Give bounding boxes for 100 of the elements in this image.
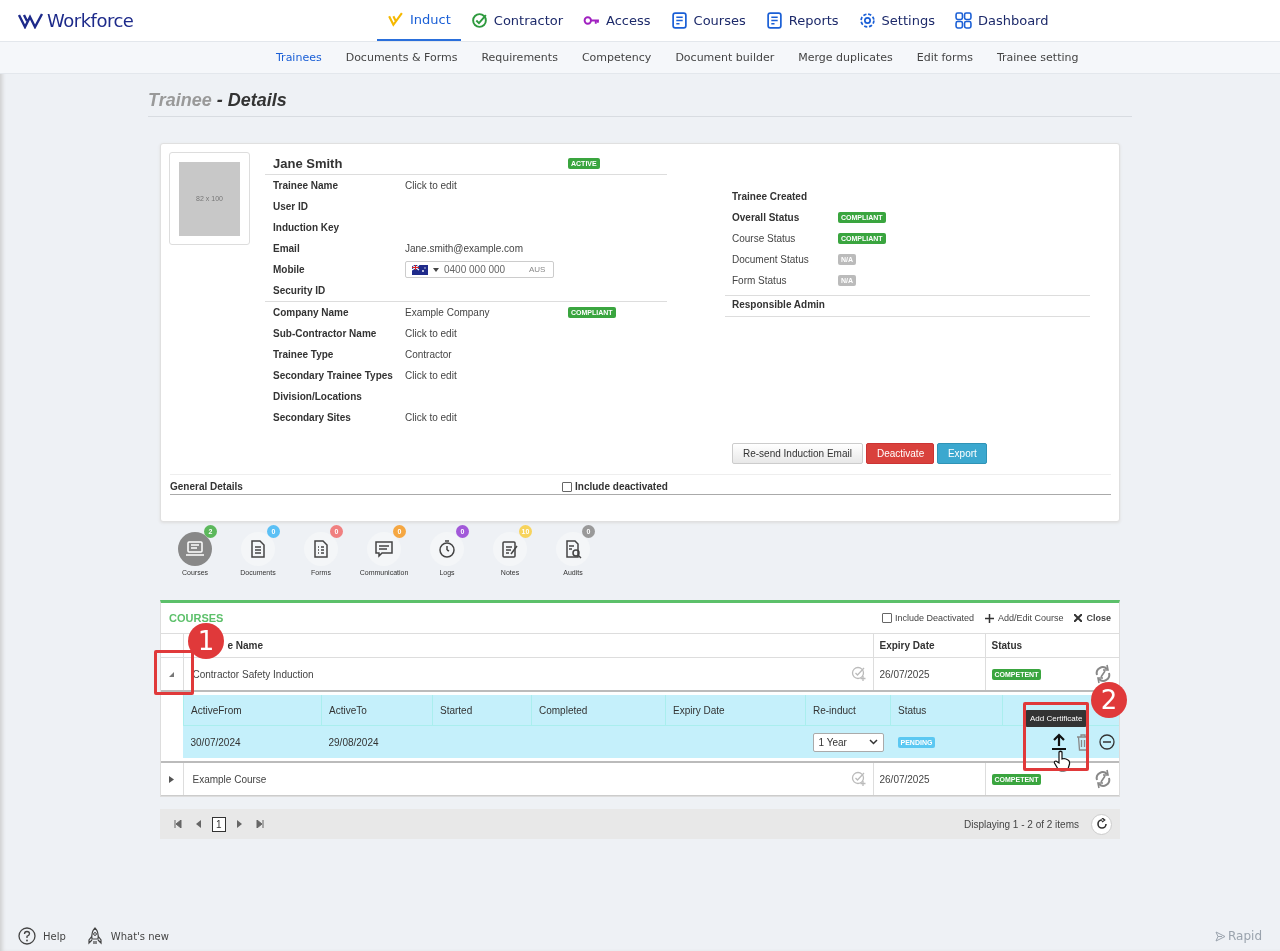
action-button[interactable]: Deactivate (865, 443, 934, 464)
subnav-link[interactable]: Trainees (264, 51, 334, 64)
field-label: Division/Locations (273, 391, 363, 402)
upload-icon[interactable] (1051, 733, 1067, 751)
tab-button[interactable] (556, 532, 590, 566)
first-page-icon[interactable] (174, 820, 182, 828)
nav-tab[interactable]: Dashboard (944, 0, 1059, 41)
callout-marker: 2 (1091, 682, 1127, 718)
field-value[interactable]: Click to edit (405, 328, 568, 339)
expiry-date: 26/07/2025 (873, 657, 985, 691)
logo[interactable]: Workforce (0, 10, 134, 31)
nav-tab[interactable]: Contractor (460, 0, 574, 41)
column-header: Re-induct (805, 695, 891, 726)
status-label: Course Status (732, 233, 797, 244)
subnav-link[interactable]: Edit forms (904, 51, 985, 64)
action-button[interactable]: Re-send Induction Email (732, 443, 863, 464)
field-label: Security ID (273, 285, 327, 296)
column-header: ActiveFrom (183, 695, 322, 726)
page-title: Trainee (148, 90, 212, 111)
rocket-icon (85, 927, 104, 945)
refresh-icon (1095, 818, 1108, 830)
field-value[interactable]: Jane.smith@example.com (405, 243, 568, 254)
hand-cursor-icon (1053, 750, 1071, 772)
check-add-icon[interactable] (850, 771, 867, 787)
field-label: Company Name (273, 307, 350, 318)
document-icon (765, 12, 783, 29)
chevron-icon (868, 739, 878, 745)
tab-button[interactable] (304, 532, 338, 566)
phone-field[interactable]: 0400 000 000 AUS (405, 261, 554, 278)
tab-button[interactable] (493, 532, 527, 566)
section-heading: Responsible Admin (725, 295, 1090, 317)
remove-icon[interactable] (1099, 734, 1115, 750)
help-link[interactable]: Help (18, 927, 66, 945)
field-label: Trainee Type (273, 349, 335, 360)
sync-icon[interactable] (1093, 664, 1113, 684)
checkbox-label: Include Deactivated (894, 613, 974, 623)
close-link[interactable]: Close (1074, 613, 1111, 623)
phone-number-input[interactable]: 0400 000 000 (444, 264, 524, 275)
status-label: Form Status (732, 275, 788, 286)
subnav-link[interactable]: Merge duplicates (786, 51, 905, 64)
checkbox[interactable] (562, 481, 572, 492)
next-page-icon[interactable] (234, 820, 243, 828)
last-page-icon[interactable] (255, 820, 264, 828)
tab-button[interactable] (430, 532, 464, 566)
expand-icon[interactable] (168, 775, 176, 783)
sync-icon[interactable] (1093, 769, 1113, 789)
field-value[interactable]: Click to edit (405, 412, 568, 423)
refresh-button[interactable] (1091, 813, 1112, 835)
plus-icon (984, 613, 994, 623)
close-icon (1074, 614, 1083, 622)
help-icon (18, 927, 36, 945)
field-value[interactable]: Contractor (405, 349, 568, 360)
subnav-link[interactable]: Document builder (663, 51, 787, 64)
previous-page-icon[interactable] (195, 820, 203, 828)
notepad-icon (499, 538, 521, 560)
column-header: Expiry Date (873, 633, 985, 658)
field-label: Induction Key (273, 222, 341, 233)
document-icon (670, 12, 688, 29)
subnav-link[interactable]: Competency (569, 51, 664, 64)
brand-logo: Rapid (1215, 929, 1262, 943)
panel-title: COURSES (169, 612, 224, 624)
flag-icon (412, 264, 428, 275)
field-label: Email (273, 243, 301, 254)
add-course-link[interactable]: Add/Edit Course (984, 613, 1064, 623)
section-heading: General Details (170, 481, 244, 492)
nav-tab[interactable]: Courses (660, 0, 756, 41)
collapse-icon[interactable] (168, 670, 176, 678)
expiry-date: 26/07/2025 (873, 762, 985, 796)
field-value[interactable]: Click to edit (405, 370, 568, 381)
table-cell: 29/08/2024 (321, 725, 433, 758)
nav-tab[interactable]: Access (573, 0, 661, 41)
nav-tab[interactable]: Settings (848, 0, 945, 41)
logo-text: Workforce (47, 10, 134, 31)
field-label: Secondary Sites (273, 412, 352, 423)
grid-icon (954, 12, 972, 29)
whats-new-link[interactable]: What's new (85, 927, 169, 945)
field-value[interactable]: Click to edit (405, 180, 568, 191)
page-number[interactable]: 1 (212, 816, 226, 832)
subnav-link[interactable]: Documents & Forms (333, 51, 470, 64)
subnav-link[interactable]: Trainee setting (984, 51, 1091, 64)
logo-icon (18, 12, 44, 29)
field-label: Sub-Contractor Name (273, 328, 378, 339)
field-value[interactable]: Example Company (405, 307, 568, 318)
checkbox[interactable] (881, 613, 892, 623)
tab-button[interactable] (241, 532, 275, 566)
field-label: User ID (273, 201, 309, 212)
callout-marker: 1 (188, 623, 224, 659)
nav-tab[interactable]: Reports (755, 0, 849, 41)
tab-button[interactable] (367, 532, 401, 566)
highlight-frame (154, 650, 194, 695)
reinduct-select[interactable]: 1 Year (812, 732, 884, 752)
subnav-link[interactable]: Requirements (469, 51, 570, 64)
column-header: ActiveTo (321, 695, 433, 726)
checkbox-label: Include deactivated (575, 481, 668, 492)
settings-icon (858, 12, 876, 29)
check-icon (387, 11, 404, 28)
check-add-icon[interactable] (850, 666, 867, 682)
stopwatch-icon (436, 538, 458, 560)
status-label: Overall Status (732, 212, 801, 223)
chat-icon (373, 538, 395, 560)
